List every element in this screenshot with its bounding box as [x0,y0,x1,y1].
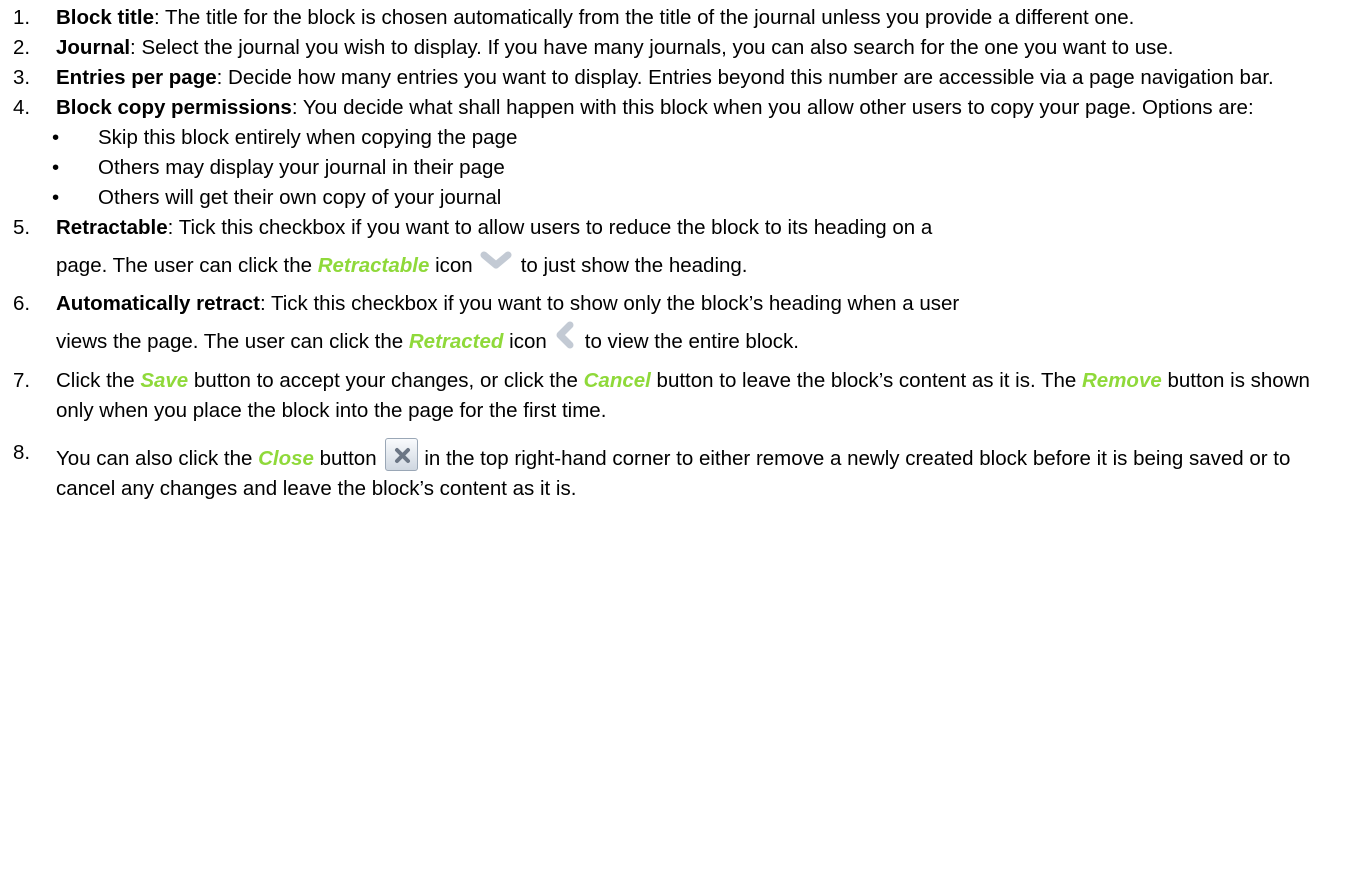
term-entries-per-page: Entries per page [56,66,217,89]
term-retractable: Retractable [56,216,168,239]
item-number: 8. [13,440,31,464]
highlight-remove: Remove [1082,368,1162,392]
bullet-icon: • [52,186,60,209]
term-journal: Journal [56,36,131,59]
list-item-close: 8. You can also click the Close button i… [0,437,1359,504]
copy-options-list: • Skip this block entirely when copying t… [0,123,1359,213]
item-number: 4. [13,96,31,119]
list-item-block-title: 1. Block title: The title for the block … [0,3,1359,33]
close-icon [385,437,419,471]
highlight-retracted: Retracted [408,330,504,354]
item-text: : The title for the block is chosen auto… [153,6,1135,29]
bullet-icon: • [52,156,60,179]
list-item-automatically-retract: 6. Automatically retract: Tick this chec… [0,289,1359,366]
term-block-title: Block title [56,6,154,29]
bullet-icon: • [52,126,60,149]
term-automatically-retract: Automatically retract [56,292,260,316]
list-item-entries-per-page: 3. Entries per page: Decide how many ent… [0,63,1359,93]
chevron-down-icon [479,244,513,289]
term-block-copy-permissions: Block copy permissions [56,96,292,119]
list-item-retractable: 5. Retractable: Tick this checkbox if yo… [0,213,1359,289]
item-text: : Select the journal you wish to display… [130,36,1174,59]
item-number: 2. [13,36,31,59]
item-text: : Decide how many entries you want to di… [216,66,1274,89]
list-item-journal: 2. Journal: Select the journal you wish … [0,33,1359,63]
list-item-block-copy-permissions: 4. Block copy permissions: You decide wh… [0,93,1359,123]
option-item: • Skip this block entirely when copying t… [0,123,1359,153]
chevron-left-icon [553,320,577,366]
item-text: : You decide what shall happen with this… [291,96,1254,119]
item-number: 7. [13,368,31,392]
item-number: 6. [13,292,31,316]
item-number: 3. [13,66,31,89]
highlight-retractable: Retractable [317,254,430,277]
item-number: 5. [13,216,31,239]
instruction-list: 1. Block title: The title for the block … [0,0,1359,504]
option-item: • Others will get their own copy of your … [0,183,1359,213]
list-item-save-cancel: 7. Click the Save button to accept your … [0,366,1359,426]
highlight-close: Close [258,446,314,470]
option-item: • Others may display your journal in thei… [0,153,1359,183]
highlight-cancel: Cancel [583,368,651,392]
item-number: 1. [13,6,31,29]
highlight-save: Save [140,368,189,392]
